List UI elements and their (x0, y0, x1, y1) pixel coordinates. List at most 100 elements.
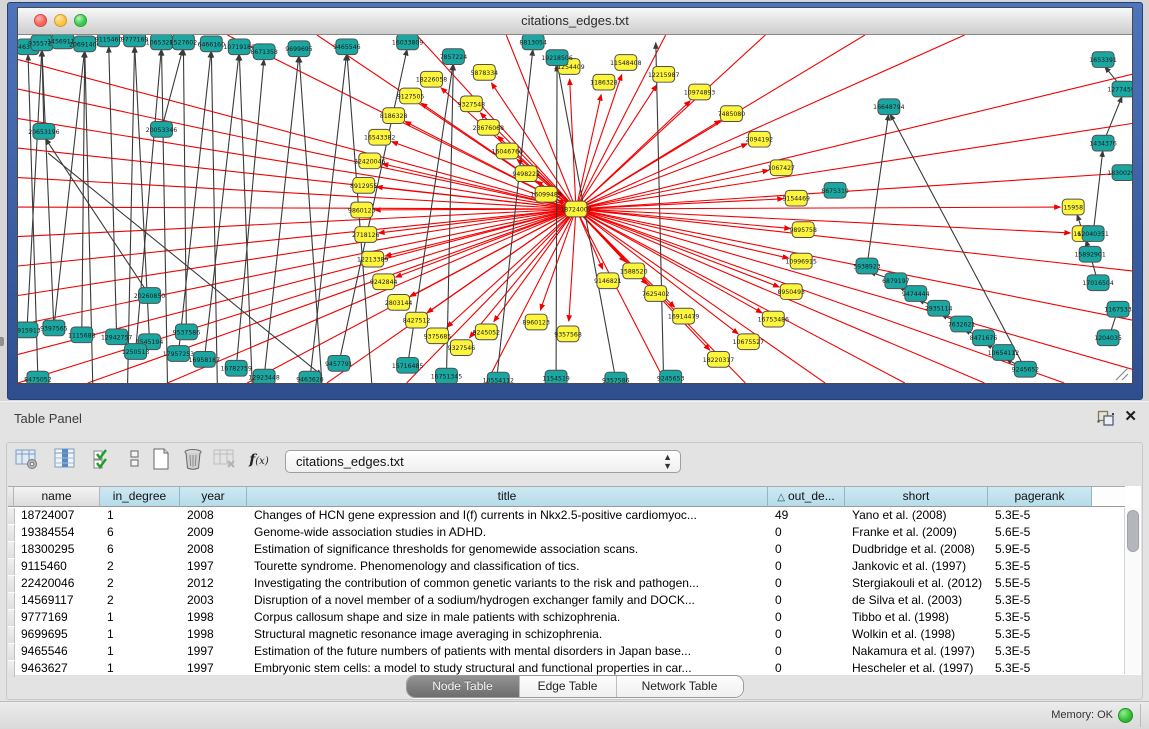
graph-node[interactable]: 6879197 (882, 273, 910, 289)
graph-node[interactable]: 16753486 (758, 311, 789, 327)
graph-node[interactable]: 20053346 (146, 122, 177, 138)
cell-title[interactable]: Corpus callosum shape and size in male p… (248, 610, 769, 626)
graph-node[interactable]: 8813054 (519, 35, 547, 50)
graph-node[interactable]: 9154469 (782, 190, 810, 206)
graph-node[interactable]: 23676068 (473, 120, 504, 136)
graph-node[interactable]: 16958187 (189, 352, 220, 368)
graph-node[interactable]: 10974893 (684, 84, 715, 100)
graph-node[interactable]: 5938923 (853, 258, 881, 274)
graph-node[interactable]: 16782759 (221, 360, 252, 376)
cell-name[interactable]: 9115460 (15, 559, 101, 575)
cell-pagerank[interactable]: 5.3E-5 (989, 593, 1093, 609)
network-canvas[interactable]: 1872400718226058912750581863281654338222… (18, 35, 1132, 383)
window-titlebar[interactable]: citations_edges.txt (18, 8, 1132, 35)
graph-node[interactable]: 9357586 (602, 372, 630, 383)
graph-node[interactable]: 7485080 (718, 106, 746, 122)
graph-node[interactable]: 10554112 (483, 372, 514, 383)
graph-node[interactable]: 8960123 (522, 314, 550, 330)
cell-title[interactable]: Tourette syndrome. Phenomenology and cla… (248, 559, 769, 575)
graph-node[interactable]: 9537586 (173, 324, 201, 340)
graph-node[interactable]: 9115460 (95, 35, 123, 47)
graph-node[interactable]: 1186328 (590, 74, 618, 90)
graph-node[interactable]: 20260850 (134, 288, 165, 304)
cell-in_degree[interactable]: 1 (101, 610, 181, 626)
graph-node[interactable]: 8471676 (970, 330, 998, 346)
cell-in_degree[interactable]: 1 (101, 508, 181, 524)
graph-node[interactable]: 9498222 (512, 166, 540, 182)
graph-node[interactable]: 12774593 (1107, 81, 1132, 97)
column-header-short[interactable]: short (845, 486, 988, 507)
table-row[interactable]: 1830029562008Estimation of significance … (8, 541, 1125, 558)
graph-node[interactable]: 12040351 (1077, 226, 1108, 242)
graph-node[interactable]: 9375685 (424, 328, 452, 344)
graph-node[interactable]: 8671358 (250, 44, 278, 60)
cell-short[interactable]: Nakamura et al. (1997) (846, 644, 989, 660)
cell-out_degree[interactable]: 0 (769, 559, 846, 575)
graph-node[interactable]: 1653391 (1089, 52, 1117, 68)
graph-node[interactable]: 8912955 (350, 178, 378, 194)
graph-node[interactable]: 16751345 (431, 368, 462, 383)
table-row[interactable]: 1456911722003Disruption of a novel membe… (8, 592, 1125, 609)
graph-node[interactable]: 9463620 (296, 371, 324, 383)
cell-pagerank[interactable]: 5.3E-5 (989, 661, 1093, 677)
column-header-out_degree[interactable]: △out_de... (768, 486, 845, 507)
select-columns-button[interactable] (88, 446, 118, 474)
graph-node[interactable]: 12215987 (648, 66, 679, 82)
tab-edge-table[interactable]: Edge Table (520, 676, 617, 697)
column-header-name[interactable]: name (14, 486, 100, 507)
cell-out_degree[interactable]: 0 (769, 525, 846, 541)
memory-status-icon[interactable] (1118, 708, 1133, 723)
graph-node[interactable]: 8475052 (24, 371, 52, 383)
graph-node[interactable]: 1434376 (1089, 135, 1117, 151)
cell-year[interactable]: 2008 (181, 508, 248, 524)
graph-node[interactable]: 16648794 (873, 99, 904, 115)
cell-pagerank[interactable]: 5.9E-5 (989, 542, 1093, 558)
tab-network-table[interactable]: Network Table (617, 676, 743, 697)
table-source-select[interactable]: citations_edges.txt ▲▼ (285, 450, 681, 473)
graph-node[interactable]: 16543382 (364, 129, 395, 145)
graph-node[interactable]: 6466160 (198, 36, 226, 52)
graph-node[interactable]: 18226058 (416, 71, 447, 87)
graph-node[interactable]: 9245652 (1012, 361, 1040, 377)
graph-node[interactable]: 1115688 (68, 327, 96, 343)
graph-node[interactable]: 9146821 (594, 273, 622, 289)
graph-node[interactable]: 9895758 (789, 222, 817, 238)
cell-short[interactable]: Hescheler et al. (1997) (846, 661, 989, 677)
table-row[interactable]: 2242004622012Investigating the contribut… (8, 575, 1125, 592)
graph-node[interactable]: 16033809 (392, 35, 423, 50)
table-row[interactable]: 946554611997Estimation of the future num… (8, 643, 1125, 660)
cell-year[interactable]: 1997 (181, 559, 248, 575)
cell-out_degree[interactable]: 49 (769, 508, 846, 524)
table-row[interactable]: 1938455462009Genome-wide association stu… (8, 524, 1125, 541)
cell-name[interactable]: 14569117 (15, 593, 101, 609)
tab-node-table[interactable]: Node Table (407, 676, 520, 697)
cell-name[interactable]: 9463627 (15, 661, 101, 677)
graph-node[interactable]: 9474444 (902, 286, 930, 302)
show-columns-button[interactable] (50, 446, 80, 474)
cell-name[interactable]: 22420046 (15, 576, 101, 592)
graph-node[interactable]: 10996915 (785, 253, 816, 269)
graph-node[interactable]: 11548408 (610, 55, 641, 71)
close-icon[interactable]: ✕ (1124, 407, 1137, 425)
graph-node[interactable]: 1250513 (122, 344, 150, 360)
table-settings-button[interactable] (12, 446, 42, 474)
graph-node[interactable]: 9860123 (348, 202, 376, 218)
graph-node[interactable]: 1167533 (1104, 301, 1132, 317)
graph-node[interactable]: 9127505 (397, 88, 425, 104)
cell-out_degree[interactable]: 0 (769, 661, 846, 677)
vertical-scrollbar[interactable] (1124, 508, 1140, 674)
cell-out_degree[interactable]: 0 (769, 576, 846, 592)
graph-node[interactable]: 16046766 (492, 143, 523, 159)
cell-pagerank[interactable]: 5.5E-5 (989, 576, 1093, 592)
cell-name[interactable]: 9465546 (15, 644, 101, 660)
column-header-in_degree[interactable]: in_degree (100, 486, 180, 507)
cell-name[interactable]: 9699695 (15, 627, 101, 643)
cell-in_degree[interactable]: 2 (101, 576, 181, 592)
graph-node[interactable]: 9327546 (448, 340, 476, 356)
cell-short[interactable]: Jankovic et al. (1997) (846, 559, 989, 575)
graph-node[interactable]: 2935114 (925, 300, 953, 316)
graph-hub-node[interactable]: 18724007 (560, 201, 591, 217)
cell-name[interactable]: 18724007 (15, 508, 101, 524)
graph-node[interactable]: 2803144 (385, 295, 413, 311)
graph-node[interactable]: 12923448 (248, 369, 279, 383)
